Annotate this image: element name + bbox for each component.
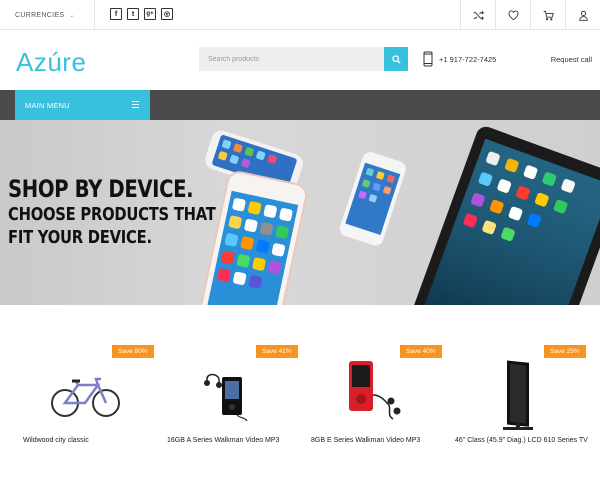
- heart-icon: [508, 10, 518, 20]
- header: Azúre +1 917-722-7425 Request call: [0, 30, 600, 90]
- compare-button[interactable]: [460, 0, 495, 30]
- cart-button[interactable]: [530, 0, 565, 30]
- phone-contact: +1 917-722-7425: [423, 51, 496, 67]
- cart-icon: [543, 10, 554, 20]
- search-icon: [391, 54, 401, 64]
- hero-subtitle-line1: CHOOSE PRODUCTS THAT: [8, 204, 216, 225]
- user-icon: [578, 10, 588, 21]
- product-name[interactable]: 46" Class (45.9" Diag.) LCD 610 Series T…: [455, 437, 590, 445]
- currencies-label: CURRENCIES: [15, 11, 65, 19]
- instagram-icon[interactable]: ◎: [161, 8, 173, 20]
- search-button[interactable]: [384, 47, 408, 71]
- product-name[interactable]: Wildwood city classic: [23, 437, 158, 445]
- chevron-down-icon: ⌄: [69, 12, 75, 19]
- product-card[interactable]: Save 25% 46" Class (45.9" Diag.) LCD 610…: [455, 345, 595, 475]
- social-links: f t g+ ◎: [110, 8, 173, 20]
- tv-image: [503, 360, 533, 430]
- main-menu-label: MAIN MENU: [25, 100, 70, 110]
- product-card[interactable]: Save 80% Wildwood city classic: [23, 345, 163, 475]
- search-input[interactable]: [199, 47, 384, 71]
- currencies-dropdown[interactable]: CURRENCIES ⌄: [15, 0, 95, 30]
- search-bar: [199, 47, 408, 71]
- mp3-player-black-image: [204, 373, 248, 422]
- main-menu-button[interactable]: MAIN MENU: [15, 90, 150, 120]
- product-name[interactable]: 8GB E Series Walkman Video MP3: [311, 437, 446, 445]
- hamburger-icon: [132, 101, 139, 110]
- account-button[interactable]: [565, 0, 600, 30]
- bicycle-image: [51, 377, 120, 417]
- hero-subtitle-line2: FIT YOUR DEVICE.: [8, 227, 152, 248]
- nav-bar: MAIN MENU: [0, 90, 600, 120]
- product-grid: Save 80% Wildwood city classic Save 41% …: [0, 305, 600, 480]
- hero-banner[interactable]: SHOP BY DEVICE. CHOOSE PRODUCTS THAT FIT…: [0, 120, 600, 305]
- top-icons: [460, 0, 600, 30]
- mp3-player-red-image: [349, 361, 401, 420]
- devices-image: [199, 126, 600, 305]
- phone-icon: [423, 51, 433, 67]
- request-call-link[interactable]: Request call: [551, 55, 592, 64]
- shuffle-icon: [473, 10, 484, 20]
- top-bar: CURRENCIES ⌄ f t g+ ◎: [0, 0, 600, 30]
- product-card[interactable]: Save 41% 16GB A Series Walkman Video MP3: [167, 345, 307, 475]
- wishlist-button[interactable]: [495, 0, 530, 30]
- phone-number: +1 917-722-7425: [439, 54, 497, 64]
- facebook-icon[interactable]: f: [110, 8, 122, 20]
- hero-text: SHOP BY DEVICE. CHOOSE PRODUCTS THAT FIT…: [8, 175, 216, 249]
- product-card[interactable]: Save 40% 8GB E Series Walkman Video MP3: [311, 345, 451, 475]
- product-name[interactable]: 16GB A Series Walkman Video MP3: [167, 437, 302, 445]
- google-plus-icon[interactable]: g+: [144, 8, 156, 20]
- twitter-icon[interactable]: t: [127, 8, 139, 20]
- hero-title: SHOP BY DEVICE.: [8, 175, 194, 203]
- logo[interactable]: Azúre: [16, 47, 86, 78]
